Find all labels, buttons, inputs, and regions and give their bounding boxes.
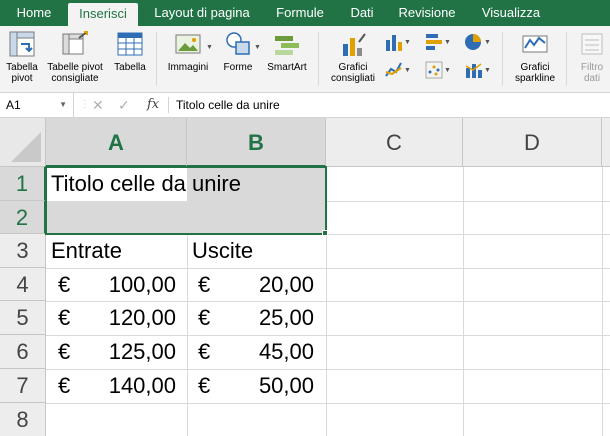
currency-symbol: € [198, 305, 211, 330]
column-header-d[interactable]: D [463, 118, 602, 167]
svg-text:▼: ▼ [484, 39, 490, 46]
currency-symbol: € [58, 373, 71, 398]
gridline [46, 268, 610, 269]
immagini-button[interactable]: Immagini ▼ [162, 30, 214, 73]
pictures-icon [174, 30, 202, 58]
cancel-icon[interactable]: ✕ [92, 93, 104, 117]
row-header-7[interactable]: 7 [0, 369, 46, 403]
row-header-8[interactable]: 8 [0, 403, 46, 436]
cell-b6[interactable]: 45,00 [220, 338, 314, 366]
currency-symbol: € [58, 272, 71, 297]
gridline [46, 369, 610, 370]
row-header-1[interactable]: 1 [0, 167, 46, 201]
ribbon-separator [156, 32, 157, 86]
select-all-triangle-icon [11, 132, 41, 162]
name-box[interactable]: A1 ▼ [0, 93, 74, 117]
cell-b7[interactable]: 50,00 [220, 372, 314, 400]
tab-dati[interactable]: Dati [340, 0, 384, 26]
currency-symbol: € [198, 272, 211, 297]
bar-chart-icon[interactable]: ▼ [424, 32, 451, 52]
currency-symbol: € [198, 339, 211, 364]
tab-revisione[interactable]: Revisione [390, 0, 464, 26]
gridline [46, 301, 610, 302]
ribbon-separator [566, 32, 567, 86]
sparkline-icon [521, 30, 549, 58]
row-header-5[interactable]: 5 [0, 301, 46, 335]
row-header-3[interactable]: 3 [0, 234, 46, 268]
tabella-pivot-button[interactable]: Tabella pivot [2, 30, 42, 84]
smartart-button[interactable]: SmartArt [262, 30, 312, 73]
formula-input[interactable]: Titolo celle da unire [176, 93, 280, 117]
cell-a4[interactable]: 100,00 [80, 271, 176, 299]
gridline [46, 403, 610, 404]
svg-text:▼: ▼ [404, 67, 410, 74]
recommended-pivot-icon [61, 30, 89, 58]
svg-text:▼: ▼ [444, 39, 450, 46]
slicer-icon [578, 30, 606, 58]
tab-layout-di-pagina[interactable]: Layout di pagina [146, 0, 258, 26]
shapes-icon [224, 30, 252, 58]
tab-inserisci[interactable]: Inserisci [68, 3, 138, 26]
smartart-icon [273, 30, 301, 58]
cell-b4[interactable]: 20,00 [220, 271, 314, 299]
ribbon-separator [502, 32, 503, 86]
line-chart-icon[interactable]: ▼ [384, 60, 411, 80]
tabella-button[interactable]: Tabella [110, 30, 150, 73]
ribbon-tab-bar: Home Inserisci Layout di pagina Formule … [0, 0, 610, 26]
filtro-dati-button[interactable]: Filtro dati [570, 30, 610, 84]
row-header-2[interactable]: 2 [0, 201, 46, 234]
svg-text:▼: ▼ [484, 67, 490, 74]
grafici-sparkline-button[interactable]: Grafici sparkline [508, 30, 562, 84]
tab-visualizza[interactable]: Visualizza [472, 0, 550, 26]
name-box-value: A1 [6, 98, 21, 112]
select-all-button[interactable] [0, 118, 46, 167]
chevron-down-icon[interactable]: ▼ [59, 93, 67, 117]
confirm-icon[interactable]: ✓ [118, 93, 130, 117]
cell-a7[interactable]: 140,00 [80, 372, 176, 400]
currency-symbol: € [58, 339, 71, 364]
insert-function-icon[interactable]: fx [147, 93, 159, 117]
column-chart-icon[interactable]: ▼ [384, 32, 411, 52]
more-icon: ⋮ [80, 99, 90, 110]
row-header-4[interactable]: 4 [0, 268, 46, 301]
fill-handle[interactable] [322, 230, 328, 236]
chevron-down-icon: ▼ [206, 44, 213, 51]
svg-text:▼: ▼ [444, 67, 450, 74]
worksheet-grid: A B C D 1 2 3 4 5 6 7 8 Titolo celle da … [0, 118, 610, 436]
tab-home[interactable]: Home [8, 0, 60, 26]
grafici-consigliati-button[interactable]: Grafici consigliati [326, 30, 380, 84]
gridline [46, 335, 610, 336]
ribbon-separator [318, 32, 319, 86]
cell-a3[interactable]: Entrate [51, 237, 122, 265]
cell-a1[interactable]: Titolo celle da unire [51, 170, 241, 198]
pivot-table-icon [8, 30, 36, 58]
svg-text:▼: ▼ [404, 39, 410, 46]
ribbon: Tabellapivot Tabelle pivotconsigliate [0, 26, 610, 93]
column-header-c[interactable]: C [326, 118, 463, 167]
currency-symbol: € [198, 373, 211, 398]
column-header-b[interactable]: B [187, 118, 326, 167]
recommended-charts-icon [339, 30, 367, 58]
tabelle-pivot-consigliate-button[interactable]: Tabelle pivot consigliate [44, 30, 106, 84]
column-header-e[interactable] [602, 118, 610, 167]
row-header-6[interactable]: 6 [0, 335, 46, 369]
formula-bar: A1 ▼ ⋮ ✕ ✓ fx Titolo celle da unire [0, 93, 610, 118]
cell-b3[interactable]: Uscite [192, 237, 253, 265]
gridline [463, 167, 464, 436]
cell-a6[interactable]: 125,00 [80, 338, 176, 366]
scatter-chart-icon[interactable]: ▼ [424, 60, 451, 80]
formula-bar-separator [168, 97, 169, 113]
forme-button[interactable]: Forme ▼ [216, 30, 261, 73]
tab-formule[interactable]: Formule [266, 0, 334, 26]
cell-b5[interactable]: 25,00 [220, 304, 314, 332]
table-icon [116, 30, 144, 58]
currency-symbol: € [58, 305, 71, 330]
pie-chart-icon[interactable]: ▼ [464, 32, 491, 52]
gridline [602, 167, 603, 436]
chevron-down-icon: ▼ [254, 44, 261, 51]
cell-a5[interactable]: 120,00 [80, 304, 176, 332]
combo-chart-icon[interactable]: ▼ [464, 60, 491, 80]
column-header-a[interactable]: A [46, 118, 187, 167]
